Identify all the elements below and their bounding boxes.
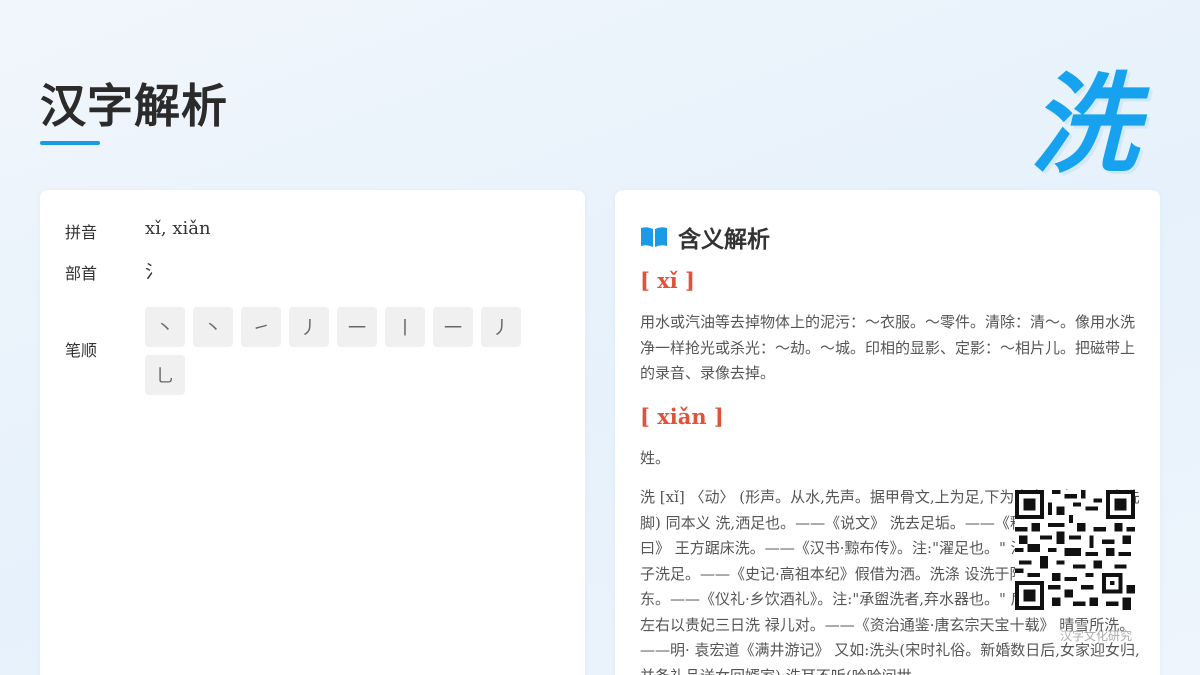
meaning-header: 含义解析 <box>640 220 770 254</box>
pinyin-heading-xian: [ xiǎn ] <box>640 404 724 429</box>
stroke-item: ㇀ <box>241 307 281 347</box>
page-title: 汉字解析 <box>40 79 228 133</box>
radical-value: 氵 <box>145 262 163 283</box>
stroke-order-list: 丶 丶 ㇀ 丿 一 丨 一 丿 乚 <box>145 307 545 395</box>
meaning-title: 含义解析 <box>678 226 770 253</box>
basic-info-card: 拼音 xǐ, xiǎn 部首 氵 笔顺 丶 丶 ㇀ 丿 一 丨 一 丿 乚 <box>40 190 585 675</box>
stroke-item: 一 <box>433 307 473 347</box>
book-icon <box>641 227 667 247</box>
stroke-item: 丶 <box>145 307 185 347</box>
featured-character: 洗 <box>1030 63 1139 188</box>
pinyin-label: 拼音 <box>65 223 98 242</box>
stroke-item: 一 <box>337 307 377 347</box>
title-underline <box>40 141 100 145</box>
watermark-text: 汉字文化研究 <box>1060 629 1133 643</box>
stroke-item: 丿 <box>481 307 521 347</box>
pinyin-value: xǐ, xiǎn <box>145 218 211 239</box>
definition-xian: 姓。 <box>640 449 671 467</box>
qr-code-icon <box>1015 490 1135 610</box>
stroke-item: 丿 <box>289 307 329 347</box>
pinyin-heading-xi: [ xǐ ] <box>640 268 695 293</box>
stroke-order-label: 笔顺 <box>65 341 98 360</box>
stroke-item: 丶 <box>193 307 233 347</box>
radical-label: 部首 <box>65 264 98 283</box>
stroke-item: 丨 <box>385 307 425 347</box>
definition-xi: 用水或汽油等去掉物体上的泥污：～衣服。～零件。清除：清～。像用水洗净一样抢光或杀… <box>640 313 1136 382</box>
stroke-item: 乚 <box>145 355 185 395</box>
